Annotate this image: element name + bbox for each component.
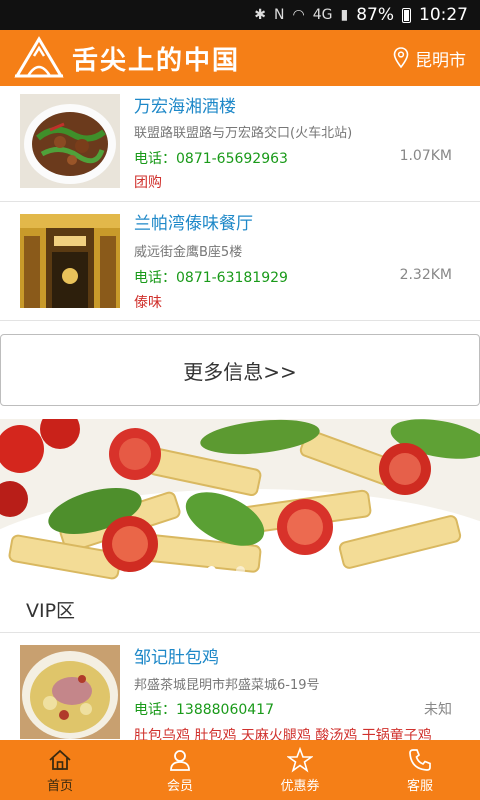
restaurant-tag: 团购 bbox=[134, 175, 162, 191]
tab-label: 会员 bbox=[166, 778, 193, 794]
location-label: 昆明市 bbox=[415, 50, 466, 71]
vip-section-title: VIP区 bbox=[26, 600, 76, 622]
location-selector[interactable]: 昆明市 bbox=[393, 46, 466, 71]
wifi-icon: ◠ bbox=[292, 7, 305, 23]
home-icon bbox=[49, 749, 71, 770]
restaurant-distance: 2.32KM bbox=[399, 267, 452, 283]
restaurant-distance: 未知 bbox=[424, 702, 452, 718]
restaurant-address: 联盟路联盟路与万宏路交口(火车北站) bbox=[134, 126, 353, 141]
battery-icon bbox=[402, 7, 411, 23]
tab-label: 客服 bbox=[406, 778, 433, 794]
restaurant-photo bbox=[20, 645, 120, 739]
main-content[interactable]: 万宏海湘酒楼 联盟路联盟路与万宏路交口(火车北站) 电话：0871-656929… bbox=[0, 86, 480, 740]
tab-label: 优惠券 bbox=[280, 778, 320, 794]
restaurant-list-item[interactable]: 万宏海湘酒楼 联盟路联盟路与万宏路交口(火车北站) 电话：0871-656929… bbox=[0, 86, 480, 202]
restaurant-name[interactable]: 邹记肚包鸡 bbox=[134, 643, 219, 668]
restaurant-name[interactable]: 万宏海湘酒楼 bbox=[134, 92, 236, 117]
restaurant-phone[interactable]: 电话：13888060417 bbox=[134, 699, 274, 719]
banner-pagination bbox=[0, 566, 480, 575]
restaurant-address: 威远街金鹰B座5楼 bbox=[134, 245, 243, 260]
bluetooth-icon: ✱ bbox=[254, 7, 267, 23]
restaurant-phone[interactable]: 电话：0871-65692963 bbox=[134, 148, 288, 168]
banner-dot[interactable] bbox=[264, 566, 274, 575]
tab-coupons[interactable]: 优惠券 bbox=[240, 740, 360, 800]
logo-mark-icon bbox=[14, 36, 64, 78]
signal-icon: ▮ bbox=[340, 7, 349, 23]
status-bar: ✱ N ◠ 4G ▮ 87% 10:27 bbox=[0, 0, 480, 30]
nfc-icon: N bbox=[274, 7, 285, 23]
tab-customer-service[interactable]: 客服 bbox=[360, 740, 480, 800]
restaurant-distance: 1.07KM bbox=[399, 148, 452, 164]
logo-text: 舌尖上的中国 bbox=[72, 45, 241, 76]
user-icon bbox=[170, 749, 190, 771]
restaurant-name[interactable]: 兰帕湾傣味餐厅 bbox=[134, 209, 253, 234]
phone-icon bbox=[409, 748, 431, 771]
restaurant-phone[interactable]: 电话：0871-63181929 bbox=[134, 267, 288, 287]
more-info-button[interactable]: 更多信息>> bbox=[0, 334, 480, 406]
promo-banner[interactable] bbox=[0, 419, 480, 587]
tab-member[interactable]: 会员 bbox=[120, 740, 240, 800]
star-icon bbox=[287, 746, 313, 772]
restaurant-address: 邦盛茶城昆明市邦盛菜城6-19号 bbox=[134, 678, 320, 693]
restaurant-tag: 肚包乌鸡 肚包鸡 天麻火腿鸡 酸汤鸡 干锅童子鸡 bbox=[134, 728, 432, 740]
banner-dot[interactable] bbox=[235, 566, 245, 575]
network-type-label: 4G bbox=[312, 7, 333, 23]
tab-home[interactable]: 首页 bbox=[0, 740, 120, 800]
banner-dot[interactable] bbox=[206, 566, 216, 575]
battery-percent: 87% bbox=[356, 5, 394, 25]
bottom-tab-bar: 首页 会员 优惠券 客服 bbox=[0, 740, 480, 800]
clock: 10:27 bbox=[419, 5, 468, 25]
banner-pasta-image bbox=[0, 419, 480, 587]
tab-label: 首页 bbox=[46, 778, 73, 794]
restaurant-list-item[interactable]: 兰帕湾傣味餐厅 威远街金鹰B座5楼 电话：0871-63181929 2.32K… bbox=[0, 203, 480, 321]
app-logo: 舌尖上的中国 bbox=[14, 36, 240, 80]
location-pin-icon bbox=[393, 47, 409, 69]
vip-restaurant-item[interactable]: 邹记肚包鸡 邦盛茶城昆明市邦盛菜城6-19号 电话：13888060417 未知… bbox=[0, 633, 480, 740]
restaurant-photo bbox=[20, 94, 120, 188]
app-header: 舌尖上的中国 昆明市 bbox=[0, 30, 480, 86]
restaurant-tag: 傣味 bbox=[134, 295, 162, 311]
restaurant-photo bbox=[20, 214, 120, 308]
